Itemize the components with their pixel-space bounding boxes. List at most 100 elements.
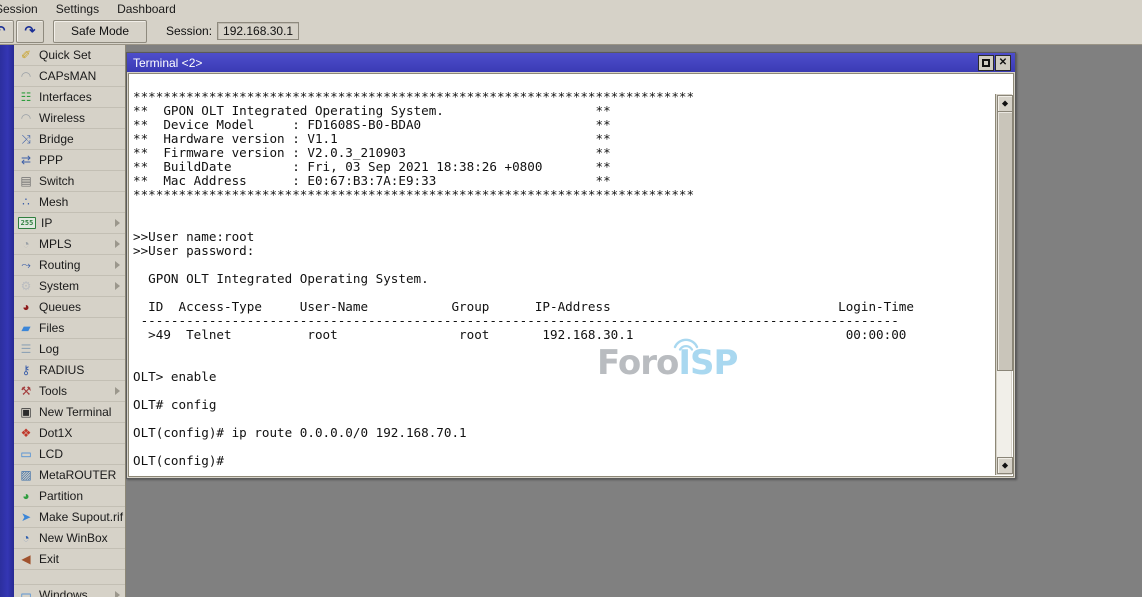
sidebar-item-new-terminal[interactable]: ▣New Terminal xyxy=(14,402,125,423)
menu-item-settings[interactable]: Settings xyxy=(47,1,108,18)
antenna-icon: ◠ xyxy=(18,69,34,83)
sidebar-item-log[interactable]: ☰ Log xyxy=(14,339,125,360)
sidebar-item-label: Log xyxy=(39,342,59,356)
sidebar-item-label: Exit xyxy=(39,552,59,566)
sidebar-item-label: Partition xyxy=(39,489,83,503)
terminal-title: Terminal <2> xyxy=(133,56,202,70)
sidebar-item-routing[interactable]: ⤳ Routing xyxy=(14,255,125,276)
sidebar-menu: ✐ Quick Set ◠ CAPsMAN ☷ Interfaces ◠ Wireless ⤨ B… xyxy=(14,45,126,597)
sidebar-item-wireless[interactable]: ◠ Wireless xyxy=(14,108,125,129)
sidebar-item-exit[interactable]: ◀ Exit xyxy=(14,549,125,570)
wand-icon: ✐ xyxy=(18,48,34,62)
sidebar-item-label: Dot1X xyxy=(39,426,72,440)
chevron-right-icon xyxy=(115,261,120,269)
mesh-icon: ∴ xyxy=(18,195,34,209)
wireless-icon: ◠ xyxy=(18,111,34,125)
metarouter-icon: ▨ xyxy=(18,468,34,482)
sidebar-item-label: Wireless xyxy=(39,111,85,125)
sidebar-item-label: MetaROUTER xyxy=(39,468,116,482)
sidebar-item-label: Bridge xyxy=(39,132,74,146)
queues-icon: ◕ xyxy=(18,300,34,314)
menu-bar: Session Settings Dashboard xyxy=(0,0,1142,19)
session-label: Session: xyxy=(166,24,212,38)
routing-icon: ⤳ xyxy=(18,258,34,272)
terminal-scrollbar[interactable]: ⬥ ⬥ xyxy=(995,94,1012,475)
terminal-window: Terminal <2> ✕ *************************… xyxy=(126,52,1016,479)
sidebar-item-label: MPLS xyxy=(39,237,72,251)
sidebar-item-switch[interactable]: ▤Switch xyxy=(14,171,125,192)
sidebar-item-label: Files xyxy=(39,321,64,335)
sidebar-item-windows[interactable]: ▭Windows xyxy=(14,585,125,597)
sidebar-item-files[interactable]: ▰Files xyxy=(14,318,125,339)
sidebar-item-bridge[interactable]: ⤨ Bridge xyxy=(14,129,125,150)
menu-item-session[interactable]: Session xyxy=(0,1,47,18)
terminal-body[interactable]: ****************************************… xyxy=(128,73,1014,477)
radius-icon: ⚷ xyxy=(18,363,34,377)
chevron-right-icon xyxy=(115,591,120,597)
sidebar-item-radius[interactable]: ⚷RADIUS xyxy=(14,360,125,381)
partition-icon: ◕ xyxy=(18,489,34,503)
scroll-down-icon[interactable]: ⬥ xyxy=(997,457,1013,474)
sidebar-item-new-winbox[interactable]: ◔ New WinBox xyxy=(14,528,125,549)
sidebar-item-tools[interactable]: ⚒Tools xyxy=(14,381,125,402)
redo-arrow-icon[interactable]: ↷ xyxy=(16,20,44,43)
ip-icon: 255 xyxy=(18,217,36,229)
sidebar-item-label: Switch xyxy=(39,174,74,188)
sidebar-item-label: PPP xyxy=(39,153,63,167)
windows-icon: ▭ xyxy=(18,588,34,597)
toolbar: ↶ ↷ Safe Mode Session: 192.168.30.1 xyxy=(0,18,1142,45)
undo-arrow-icon[interactable]: ↶ xyxy=(0,20,14,43)
sidebar-item-metarouter[interactable]: ▨ MetaROUTER xyxy=(14,465,125,486)
sidebar-item-label: Interfaces xyxy=(39,90,92,104)
sidebar-item-label: New Terminal xyxy=(39,405,111,419)
exit-icon: ◀ xyxy=(18,552,34,566)
log-icon: ☰ xyxy=(18,342,34,356)
tools-icon: ⚒ xyxy=(18,384,34,398)
close-icon[interactable]: ✕ xyxy=(995,55,1011,71)
sidebar-item-label: LCD xyxy=(39,447,63,461)
sidebar-item-capsman[interactable]: ◠ CAPsMAN xyxy=(14,66,125,87)
chevron-right-icon xyxy=(115,240,120,248)
sidebar-item-ip[interactable]: 255 IP xyxy=(14,213,125,234)
chevron-right-icon xyxy=(115,219,120,227)
mpls-icon: ◔ xyxy=(18,237,34,251)
sidebar-item-label: CAPsMAN xyxy=(39,69,96,83)
sidebar-item-quick-set[interactable]: ✐ Quick Set xyxy=(14,45,125,66)
scroll-up-icon[interactable]: ⬥ xyxy=(997,95,1013,112)
bridge-icon: ⤨ xyxy=(18,132,34,146)
sidebar-item-label: New WinBox xyxy=(39,531,108,545)
lcd-icon: ▭ xyxy=(18,447,34,461)
supout-icon: ➤ xyxy=(18,510,34,524)
scrollbar-thumb[interactable] xyxy=(997,111,1013,371)
gear-icon: ⚙ xyxy=(18,279,34,293)
sidebar-item-label: Queues xyxy=(39,300,81,314)
interfaces-icon: ☷ xyxy=(18,90,34,104)
ppp-icon: ⇄ xyxy=(18,153,34,167)
sidebar-item-label: Routing xyxy=(39,258,80,272)
safe-mode-button[interactable]: Safe Mode xyxy=(53,20,147,43)
sidebar-item-lcd[interactable]: ▭ LCD xyxy=(14,444,125,465)
dot1x-icon: ❖ xyxy=(18,426,34,440)
sidebar-item-queues[interactable]: ◕ Queues xyxy=(14,297,125,318)
terminal-titlebar[interactable]: Terminal <2> ✕ xyxy=(127,53,1015,72)
sidebar-item-mpls[interactable]: ◔ MPLS xyxy=(14,234,125,255)
maximize-glyph xyxy=(982,59,990,67)
sidebar-item-system[interactable]: ⚙System xyxy=(14,276,125,297)
sidebar-item-partition[interactable]: ◕ Partition xyxy=(14,486,125,507)
new-winbox-icon: ◔ xyxy=(18,531,34,545)
sidebar-item-label: Mesh xyxy=(39,195,68,209)
chevron-right-icon xyxy=(115,282,120,290)
menu-item-dashboard[interactable]: Dashboard xyxy=(108,1,185,18)
sidebar-item-make-supout-rif[interactable]: ➤ Make Supout.rif xyxy=(14,507,125,528)
winbox-brand-strip: WinBox xyxy=(0,45,14,597)
session-address-field[interactable]: 192.168.30.1 xyxy=(217,22,299,40)
sidebar-item-interfaces[interactable]: ☷ Interfaces xyxy=(14,87,125,108)
sidebar-item-ppp[interactable]: ⇄ PPP xyxy=(14,150,125,171)
sidebar-item-mesh[interactable]: ∴ Mesh xyxy=(14,192,125,213)
sidebar-item-label: Quick Set xyxy=(39,48,91,62)
sidebar-item-label: IP xyxy=(41,216,52,230)
chevron-right-icon xyxy=(115,387,120,395)
sidebar-item-dot1x[interactable]: ❖ Dot1X xyxy=(14,423,125,444)
sidebar-item-label: Make Supout.rif xyxy=(39,510,123,524)
maximize-icon[interactable] xyxy=(978,55,994,71)
